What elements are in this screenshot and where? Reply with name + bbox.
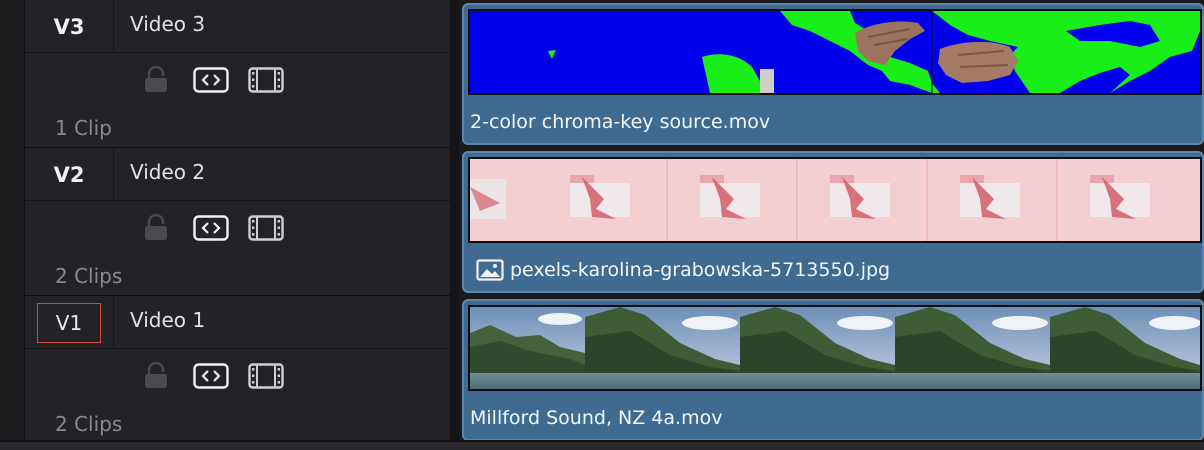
track-header-edge bbox=[0, 0, 25, 440]
timeline-panel: V3 Video 3 1 Clip V2 Video 2 2 Clips V1 … bbox=[0, 0, 1204, 450]
track-id: V2 bbox=[53, 162, 85, 187]
clip-filename: Millford Sound, NZ 4a.mov bbox=[470, 407, 723, 429]
track-name[interactable]: Video 1 bbox=[130, 308, 205, 332]
track-id-cell[interactable]: V2 bbox=[25, 148, 114, 201]
lock-icon[interactable] bbox=[143, 66, 169, 94]
auto-select-icon[interactable] bbox=[193, 67, 229, 93]
clip-count: 2 Clips bbox=[55, 412, 123, 436]
film-strip-icon[interactable] bbox=[248, 67, 284, 93]
clip-thumbnail-strip bbox=[468, 157, 1202, 243]
track-id-cell[interactable]: V3 bbox=[25, 0, 114, 53]
panel-divider[interactable] bbox=[450, 0, 459, 440]
clip-v3[interactable]: 2-color chroma-key source.mov bbox=[462, 3, 1204, 145]
track-header-top-row: V2 Video 2 bbox=[25, 148, 450, 201]
track-headers: V3 Video 3 1 Clip V2 Video 2 2 Clips V1 … bbox=[0, 0, 450, 444]
track-header-v2[interactable]: V2 Video 2 2 Clips bbox=[25, 148, 450, 296]
lock-icon[interactable] bbox=[143, 214, 169, 242]
track-name[interactable]: Video 3 bbox=[130, 12, 205, 36]
clip-thumbnail-strip bbox=[468, 9, 1202, 95]
image-thumbnail bbox=[470, 159, 1200, 241]
clip-thumbnail-strip bbox=[468, 305, 1202, 391]
track-header-top-row: V1 Video 1 bbox=[25, 296, 450, 349]
film-strip-icon[interactable] bbox=[248, 363, 284, 389]
chroma-key-thumbnail bbox=[470, 11, 1200, 93]
track-id-cell[interactable]: V1 bbox=[25, 296, 114, 349]
track-id: V1 bbox=[55, 310, 83, 335]
track-id-selected-box[interactable]: V1 bbox=[37, 302, 101, 343]
track-name[interactable]: Video 2 bbox=[130, 160, 205, 184]
clip-v1[interactable]: Millford Sound, NZ 4a.mov bbox=[462, 299, 1204, 441]
track-controls bbox=[143, 214, 293, 242]
clip-filename: pexels-karolina-grabowska-5713550.jpg bbox=[510, 259, 891, 281]
timeline-bottom-bar bbox=[0, 440, 1204, 450]
clip-count: 2 Clips bbox=[55, 264, 123, 288]
track-header-top-row: V3 Video 3 bbox=[25, 0, 450, 53]
landscape-thumbnail bbox=[470, 307, 1200, 389]
film-strip-icon[interactable] bbox=[248, 215, 284, 241]
clip-filename: 2-color chroma-key source.mov bbox=[470, 111, 771, 133]
clip-count: 1 Clip bbox=[55, 116, 112, 140]
track-id: V3 bbox=[53, 14, 85, 39]
track-controls bbox=[143, 66, 293, 94]
track-header-v3[interactable]: V3 Video 3 1 Clip bbox=[25, 0, 450, 148]
timeline-track-area: 2-color chroma-key source.mov pexels-kar… bbox=[459, 0, 1204, 441]
auto-select-icon[interactable] bbox=[193, 215, 229, 241]
track-controls bbox=[143, 362, 293, 390]
auto-select-icon[interactable] bbox=[193, 363, 229, 389]
clip-v2[interactable]: pexels-karolina-grabowska-5713550.jpg bbox=[462, 151, 1204, 293]
lock-icon[interactable] bbox=[143, 362, 169, 390]
image-icon bbox=[476, 259, 504, 281]
track-header-v1[interactable]: V1 Video 1 2 Clips bbox=[25, 296, 450, 444]
